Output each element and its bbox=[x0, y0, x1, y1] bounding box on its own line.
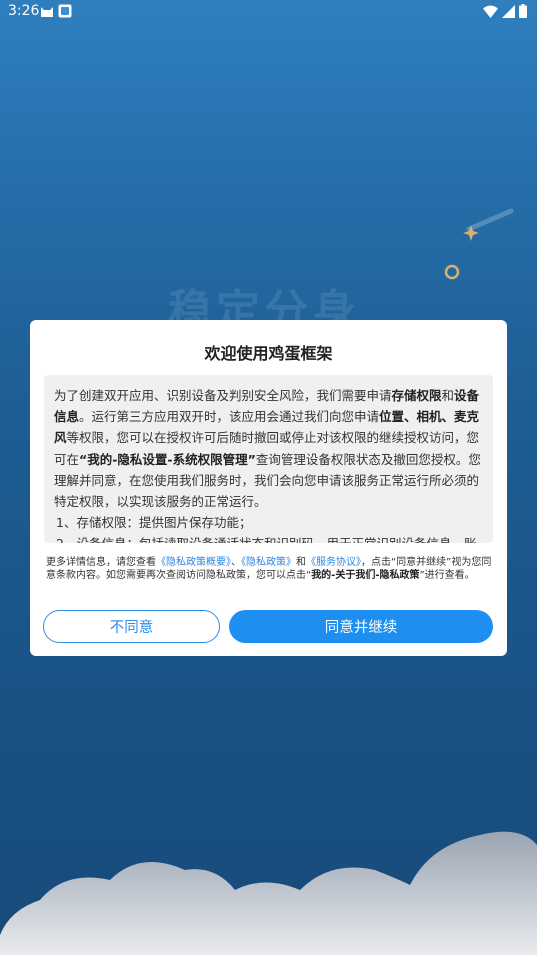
policy-item-device: 2、设备信息：包括读取设备通话状态和识别码，用于正常识别设备信息、账号登录、安全… bbox=[54, 533, 484, 543]
text-segment: 为了创建双开应用、识别设备及判别安全风险，我们需要申请 bbox=[54, 388, 392, 403]
text-segment: 。运行第三方应用双开时，该应用会通过我们向您申请 bbox=[79, 409, 380, 425]
cat-notification-icon bbox=[41, 7, 53, 17]
text-segment: 和 bbox=[441, 388, 455, 403]
status-bar: 3:26 bbox=[0, 0, 537, 24]
wifi-icon bbox=[483, 5, 498, 18]
bold-text: “我的-隐私设置-系统权限管理” bbox=[79, 451, 256, 467]
privacy-dialog: 欢迎使用鸡蛋框架 为了创建双开应用、识别设备及判别安全风险，我们需要申请存储权限… bbox=[30, 320, 507, 656]
policy-content-scroll[interactable]: 为了创建双开应用、识别设备及判别安全风险，我们需要申请存储权限和设备信息。运行第… bbox=[44, 375, 493, 543]
text-segment: 和 bbox=[296, 557, 306, 568]
bold-text: 我的-关于我们-隐私政策 bbox=[311, 570, 420, 581]
cloud-decoration bbox=[0, 831, 537, 955]
privacy-policy-link[interactable]: 《隐私政策》 bbox=[241, 557, 296, 568]
ring-decoration-icon bbox=[444, 264, 460, 280]
text-segment: 、 bbox=[231, 557, 241, 568]
disagree-button[interactable]: 不同意 bbox=[43, 610, 220, 643]
signal-icon bbox=[502, 4, 515, 18]
app-notification-icon bbox=[58, 4, 72, 18]
battery-icon bbox=[519, 4, 527, 18]
policy-paragraph: 为了创建双开应用、识别设备及判别安全风险，我们需要申请存储权限和设备信息。运行第… bbox=[54, 385, 484, 512]
shooting-star-icon bbox=[463, 208, 514, 241]
privacy-summary-link[interactable]: 《隐私政策概要》 bbox=[156, 557, 231, 568]
bold-text: 存储权限 bbox=[391, 388, 442, 403]
dialog-title: 欢迎使用鸡蛋框架 bbox=[204, 344, 333, 363]
text-segment: 更多详情信息，请您查看 bbox=[46, 557, 156, 568]
policy-note: 更多详情信息，请您查看《隐私政策概要》、《隐私政策》和《服务协议》，点击“同意并… bbox=[46, 556, 494, 582]
status-icons bbox=[483, 4, 527, 18]
policy-item-storage: 1、存储权限：提供图片保存功能； bbox=[56, 515, 252, 531]
agree-continue-button[interactable]: 同意并继续 bbox=[229, 610, 493, 643]
service-agreement-link[interactable]: 《服务协议》 bbox=[306, 557, 361, 568]
status-time: 3:26 bbox=[8, 3, 40, 19]
text-segment: ”进行查看。 bbox=[419, 570, 475, 581]
